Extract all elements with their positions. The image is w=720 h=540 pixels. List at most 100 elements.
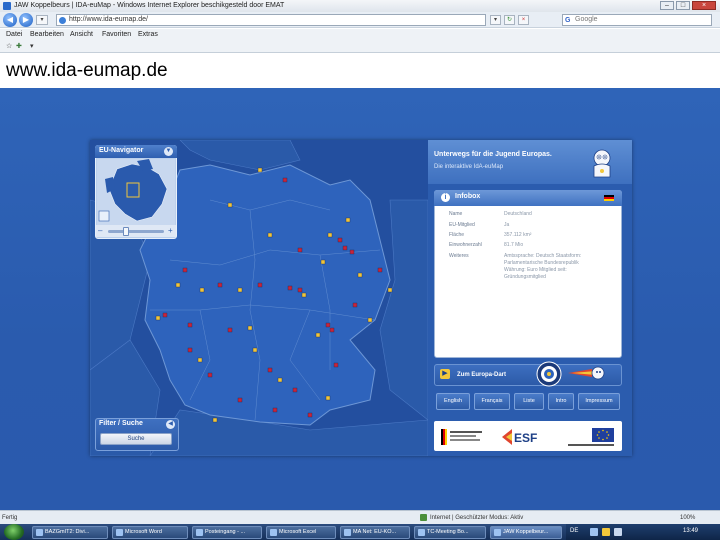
menu-ansicht[interactable]: Ansicht bbox=[70, 31, 93, 38]
stop-icon[interactable]: × bbox=[518, 15, 529, 25]
project-marker-red[interactable] bbox=[337, 237, 343, 243]
address-dropdown-icon[interactable]: ▾ bbox=[490, 15, 501, 25]
project-marker-yellow[interactable] bbox=[325, 395, 331, 401]
search-button[interactable]: Suche bbox=[100, 433, 172, 445]
menu-datei[interactable]: Datei bbox=[6, 31, 22, 38]
taskbar-item[interactable]: Microsoft Excel bbox=[266, 526, 336, 539]
maximize-button[interactable]: □ bbox=[676, 1, 690, 10]
zoom-slider-track[interactable] bbox=[108, 230, 164, 233]
ministry-logo[interactable] bbox=[440, 426, 486, 448]
taskbar-item[interactable]: MA Net: EU-KO... bbox=[340, 526, 410, 539]
project-marker-yellow[interactable] bbox=[237, 287, 243, 293]
zoom-in-button[interactable]: + bbox=[168, 226, 173, 236]
project-marker-yellow[interactable] bbox=[257, 167, 263, 173]
menu-bar: Datei Bearbeiten Ansicht Favoriten Extra… bbox=[0, 29, 720, 40]
project-marker-yellow[interactable] bbox=[387, 287, 393, 293]
search-input[interactable]: G Google bbox=[562, 14, 712, 26]
project-marker-yellow[interactable] bbox=[367, 317, 373, 323]
volume-icon[interactable] bbox=[614, 528, 622, 536]
esf-logo[interactable]: ESF bbox=[500, 426, 552, 448]
project-marker-yellow[interactable] bbox=[301, 292, 307, 298]
start-button[interactable] bbox=[4, 524, 24, 540]
project-marker-red[interactable] bbox=[349, 249, 355, 255]
add-favorite-icon[interactable]: ✚ bbox=[16, 42, 22, 50]
ie-icon bbox=[494, 529, 501, 536]
minimize-button[interactable]: – bbox=[660, 1, 674, 10]
project-marker-red[interactable] bbox=[325, 322, 331, 328]
francais-button[interactable]: Français bbox=[474, 393, 510, 410]
menu-extras[interactable]: Extras bbox=[138, 31, 158, 38]
project-marker-red[interactable] bbox=[377, 267, 383, 273]
project-marker-red[interactable] bbox=[217, 282, 223, 288]
language-indicator[interactable]: DE bbox=[570, 528, 578, 534]
project-marker-red[interactable] bbox=[329, 327, 335, 333]
address-input[interactable]: http://www.ida-eumap.de/ bbox=[56, 14, 486, 26]
project-marker-red[interactable] bbox=[292, 387, 298, 393]
taskbar-item[interactable]: BAZGmIT2: Divi... bbox=[32, 526, 108, 539]
zoom-level[interactable]: 100% bbox=[680, 515, 695, 521]
project-marker-red[interactable] bbox=[182, 267, 188, 273]
history-dropdown-icon[interactable]: ▾ bbox=[36, 15, 48, 25]
info-value-population: 81.7 Mio bbox=[504, 242, 524, 248]
zoom-out-button[interactable]: – bbox=[98, 226, 102, 236]
english-button[interactable]: English bbox=[436, 393, 470, 410]
project-marker-yellow[interactable] bbox=[327, 232, 333, 238]
project-marker-yellow[interactable] bbox=[247, 325, 253, 331]
taskbar-item[interactable]: Microsoft Word bbox=[112, 526, 188, 539]
info-label-name: Name bbox=[449, 211, 463, 217]
project-marker-red[interactable] bbox=[287, 285, 293, 291]
project-marker-red[interactable] bbox=[297, 247, 303, 253]
close-button[interactable]: × bbox=[692, 1, 716, 10]
favorites-star-icon[interactable]: ☆ bbox=[6, 42, 12, 50]
project-marker-red[interactable] bbox=[282, 177, 288, 183]
intro-button[interactable]: Intro bbox=[548, 393, 574, 410]
project-marker-yellow[interactable] bbox=[175, 282, 181, 288]
project-marker-red[interactable] bbox=[227, 327, 233, 333]
project-marker-yellow[interactable] bbox=[277, 377, 283, 383]
clock[interactable]: 13:49 bbox=[683, 528, 698, 534]
project-marker-red[interactable] bbox=[342, 245, 348, 251]
project-marker-red[interactable] bbox=[272, 407, 278, 413]
menu-bearbeiten[interactable]: Bearbeiten bbox=[30, 31, 64, 38]
project-marker-yellow[interactable] bbox=[357, 272, 363, 278]
project-marker-red[interactable] bbox=[162, 312, 168, 318]
project-marker-red[interactable] bbox=[257, 282, 263, 288]
project-marker-red[interactable] bbox=[187, 322, 193, 328]
zoom-slider-handle[interactable] bbox=[123, 227, 129, 236]
project-marker-yellow[interactable] bbox=[199, 287, 205, 293]
project-marker-red[interactable] bbox=[307, 412, 313, 418]
project-marker-yellow[interactable] bbox=[315, 332, 321, 338]
refresh-icon[interactable]: ↻ bbox=[504, 15, 515, 25]
list-button[interactable]: Liste bbox=[514, 393, 544, 410]
favorites-dropdown-icon[interactable]: ▾ bbox=[30, 42, 34, 50]
network-icon[interactable] bbox=[590, 528, 598, 536]
taskbar-item[interactable]: TC-Meeting Bo... bbox=[414, 526, 486, 539]
project-marker-yellow[interactable] bbox=[345, 217, 351, 223]
project-marker-red[interactable] bbox=[267, 367, 273, 373]
expand-icon[interactable]: ◀ bbox=[166, 420, 175, 429]
project-marker-red[interactable] bbox=[297, 287, 303, 293]
project-marker-red[interactable] bbox=[207, 372, 213, 378]
project-marker-yellow[interactable] bbox=[252, 347, 258, 353]
favorites-bar: ☆ ✚ ▾ bbox=[0, 40, 720, 53]
taskbar-item[interactable]: Posteingang - ... bbox=[192, 526, 262, 539]
project-marker-yellow[interactable] bbox=[212, 417, 218, 423]
notification-icon[interactable] bbox=[602, 528, 610, 536]
project-marker-yellow[interactable] bbox=[155, 315, 161, 321]
project-marker-yellow[interactable] bbox=[320, 259, 326, 265]
impressum-button[interactable]: Impressum bbox=[578, 393, 620, 410]
back-arrow-icon[interactable]: ◀ bbox=[3, 13, 17, 27]
project-marker-red[interactable] bbox=[333, 362, 339, 368]
taskbar-item-active[interactable]: JAW Koppelbeur... bbox=[490, 526, 562, 539]
project-marker-yellow[interactable] bbox=[197, 357, 203, 363]
project-marker-yellow[interactable] bbox=[267, 232, 273, 238]
collapse-icon[interactable]: ▼ bbox=[164, 147, 173, 156]
project-marker-red[interactable] bbox=[237, 397, 243, 403]
europe-minimap[interactable] bbox=[97, 159, 175, 225]
project-marker-yellow[interactable] bbox=[227, 202, 233, 208]
project-marker-red[interactable] bbox=[187, 347, 193, 353]
eu-logo[interactable] bbox=[566, 426, 616, 448]
forward-arrow-icon[interactable]: ▶ bbox=[19, 13, 33, 27]
project-marker-red[interactable] bbox=[352, 302, 358, 308]
menu-favoriten[interactable]: Favoriten bbox=[102, 31, 131, 38]
